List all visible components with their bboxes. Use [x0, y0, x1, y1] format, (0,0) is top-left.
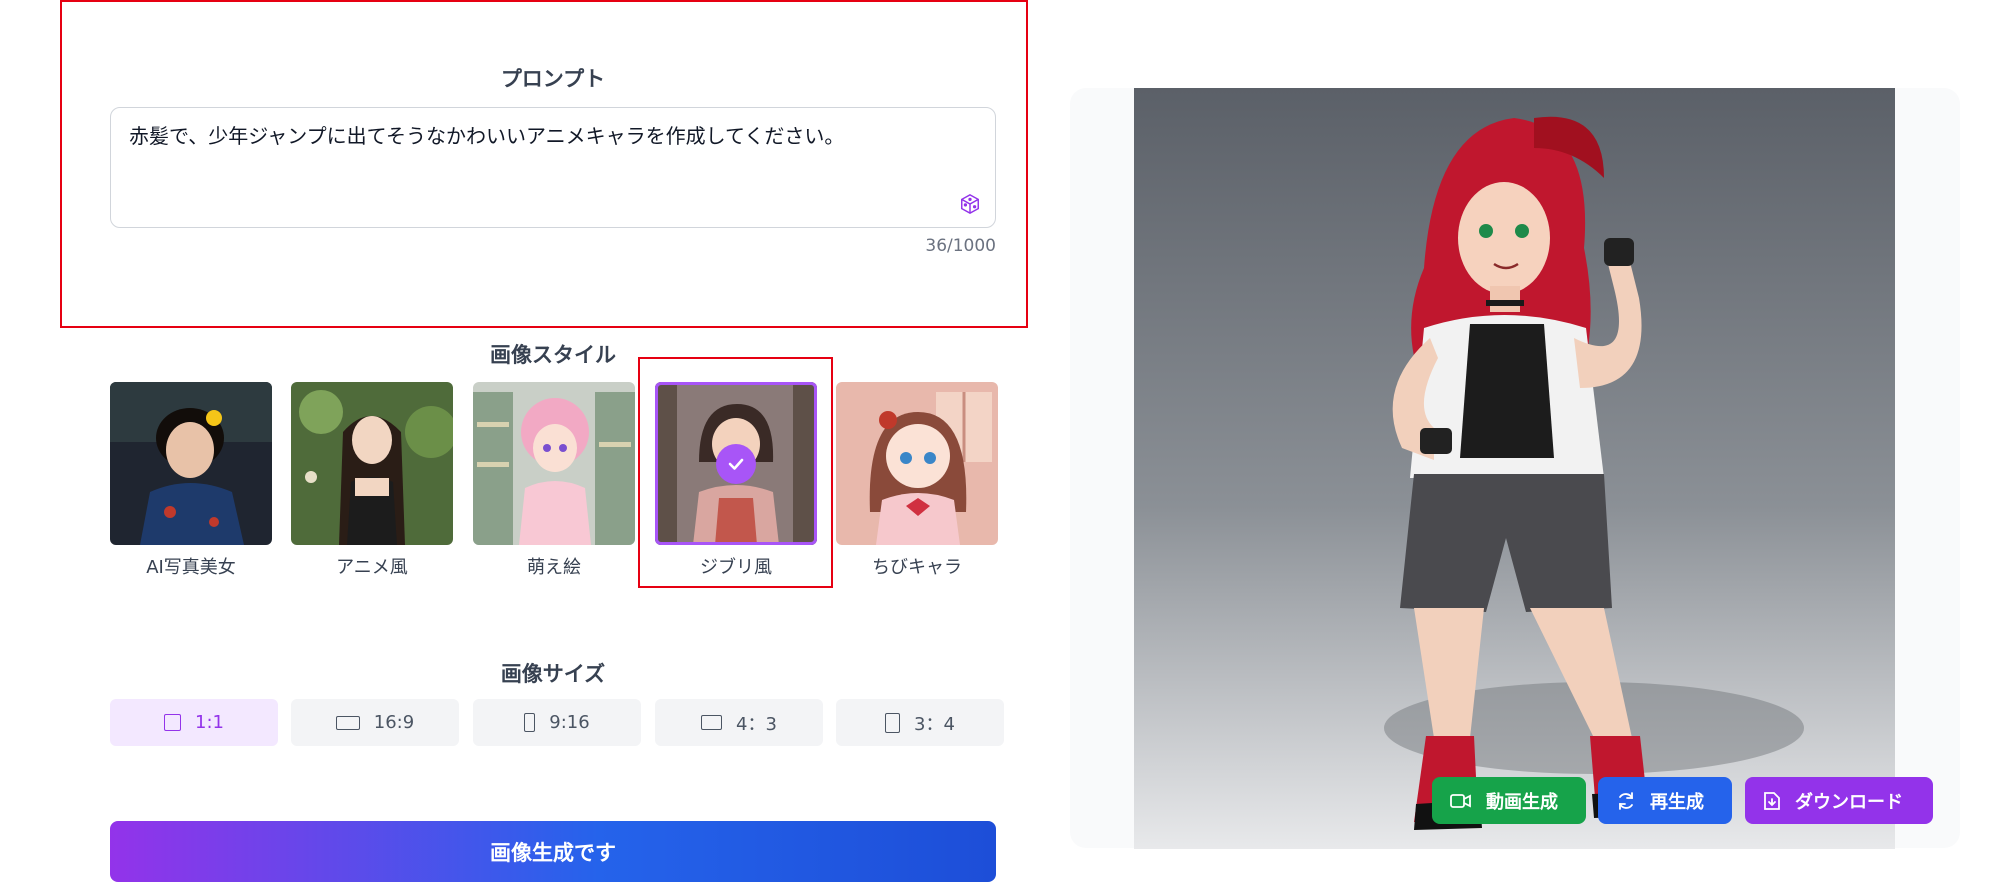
app-page: プロンプト 赤髪で、少年ジャンプに出てそうなかわいいアニメキャラを作成してくださ… [0, 0, 2000, 895]
style-thumbnail[interactable] [836, 382, 998, 545]
size-option-9-16[interactable]: 9:16 [473, 699, 641, 746]
generate-image-button[interactable]: 画像生成です [110, 821, 996, 882]
size-label: 9:16 [549, 712, 590, 733]
style-label: AI写真美女 [146, 557, 236, 578]
char-counter: 36/1000 [925, 236, 996, 256]
style-label: アニメ風 [336, 557, 408, 578]
size-option-4-3[interactable]: 4：3 [655, 699, 823, 746]
style-option-ai-photo[interactable]: AI写真美女 [110, 382, 272, 579]
size-option-16-9[interactable]: 16:9 [291, 699, 459, 746]
portrait-icon [885, 712, 901, 733]
size-label: 4：3 [736, 713, 777, 735]
dice-icon[interactable] [959, 193, 981, 215]
size-label: 3：4 [914, 713, 955, 735]
square-icon [164, 714, 182, 731]
style-label: ジブリ風 [700, 557, 772, 578]
style-thumbnail[interactable] [110, 382, 272, 545]
style-thumbnail[interactable] [291, 382, 453, 545]
check-icon [716, 444, 756, 484]
generate-video-label: 動画生成 [1486, 791, 1558, 813]
prompt-title: プロンプト [500, 67, 606, 91]
prompt-text: 赤髪で、少年ジャンプに出てそうなかわいいアニメキャラを作成してください。 [129, 124, 845, 148]
refresh-icon [1619, 791, 1633, 810]
regenerate-label: 再生成 [1650, 791, 1704, 813]
style-option-ghibli[interactable]: ジブリ風 [655, 382, 817, 579]
landscape-icon [701, 715, 723, 730]
style-option-moe[interactable]: 萌え絵 [473, 382, 635, 579]
download-icon [1764, 791, 1780, 810]
style-option-chibi[interactable]: ちびキャラ [836, 382, 998, 579]
style-thumbnail-selected[interactable] [655, 382, 817, 545]
prompt-input[interactable]: 赤髪で、少年ジャンプに出てそうなかわいいアニメキャラを作成してください。 [110, 107, 996, 228]
size-label: 1:1 [195, 712, 224, 733]
size-option-1-1[interactable]: 1:1 [110, 699, 278, 746]
generate-video-button[interactable]: 動画生成 [1432, 777, 1586, 824]
portrait-icon [524, 713, 536, 732]
download-button[interactable]: ダウンロード [1745, 777, 1933, 824]
style-option-anime[interactable]: アニメ風 [291, 382, 453, 579]
download-label: ダウンロード [1795, 791, 1903, 813]
style-label: ちびキャラ [872, 557, 962, 578]
size-label: 16:9 [373, 712, 415, 733]
style-title: 画像スタイル [490, 343, 616, 367]
generated-image [1134, 88, 1895, 849]
video-camera-icon [1450, 793, 1471, 808]
size-option-3-4[interactable]: 3：4 [836, 699, 1004, 746]
landscape-icon [335, 715, 360, 730]
regenerate-button[interactable]: 再生成 [1598, 777, 1732, 824]
style-thumbnail[interactable] [473, 382, 635, 545]
style-label: 萌え絵 [527, 557, 581, 578]
size-title: 画像サイズ [500, 662, 606, 686]
